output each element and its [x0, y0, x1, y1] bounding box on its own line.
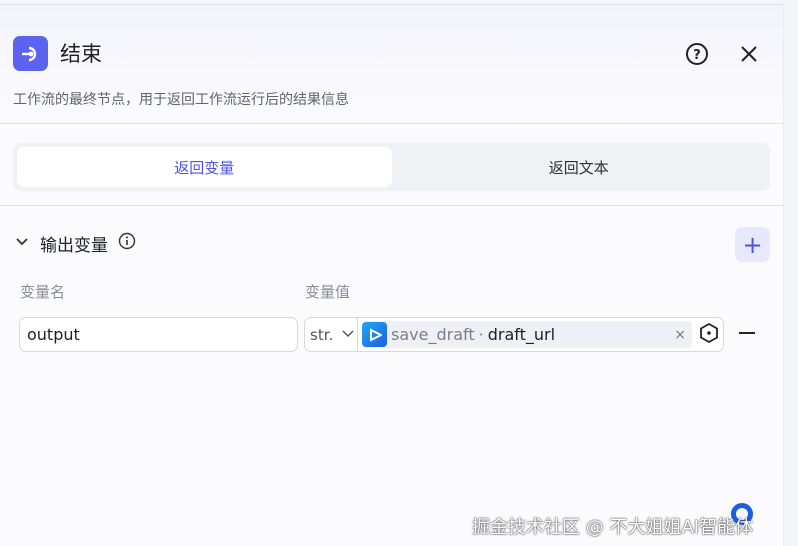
- tab-bar: 返回变量 返回文本: [13, 143, 770, 191]
- section-title: 输出变量: [40, 236, 108, 256]
- close-icon[interactable]: [736, 41, 762, 67]
- chevron-down-icon: [341, 326, 355, 344]
- reference-separator: ·: [478, 325, 484, 344]
- end-node-panel: 结束 ? 工作流的最终节点，用于返回工作流运行后的结果信息 返回变量 返回文本 …: [0, 4, 784, 546]
- page-title: 结束: [60, 42, 102, 66]
- reference-field: draft_url: [487, 325, 556, 344]
- add-variable-button[interactable]: +: [735, 227, 770, 262]
- reference-node: save_draft: [391, 325, 475, 344]
- chevron-down-icon[interactable]: [14, 233, 30, 254]
- help-icon[interactable]: ?: [684, 41, 710, 67]
- variable-value-field[interactable]: str. save_draft · draft_url ×: [304, 317, 724, 352]
- tab-return-variables[interactable]: 返回变量: [17, 147, 392, 187]
- plugin-icon: [362, 322, 387, 347]
- type-value: str.: [310, 325, 334, 344]
- variable-reference[interactable]: save_draft · draft_url ×: [362, 321, 692, 348]
- end-node-icon: [13, 36, 48, 71]
- svg-text:?: ?: [693, 48, 701, 63]
- info-icon[interactable]: [118, 232, 136, 255]
- clear-icon[interactable]: ×: [674, 327, 686, 343]
- divider: [0, 205, 783, 206]
- type-select[interactable]: str.: [305, 318, 358, 351]
- variable-picker-icon[interactable]: [698, 322, 720, 348]
- divider: [0, 123, 783, 124]
- watermark: 掘金技术社区 @ 不大姐姐AI智能体: [472, 517, 754, 538]
- column-label-name: 变量名: [20, 283, 66, 301]
- variable-name-input[interactable]: output: [19, 317, 298, 352]
- column-label-value: 变量值: [305, 283, 351, 301]
- tab-return-text[interactable]: 返回文本: [392, 147, 767, 187]
- output-variables-section[interactable]: 输出变量: [14, 231, 136, 256]
- node-description: 工作流的最终节点，用于返回工作流运行后的结果信息: [13, 92, 349, 108]
- remove-variable-button[interactable]: [737, 323, 757, 343]
